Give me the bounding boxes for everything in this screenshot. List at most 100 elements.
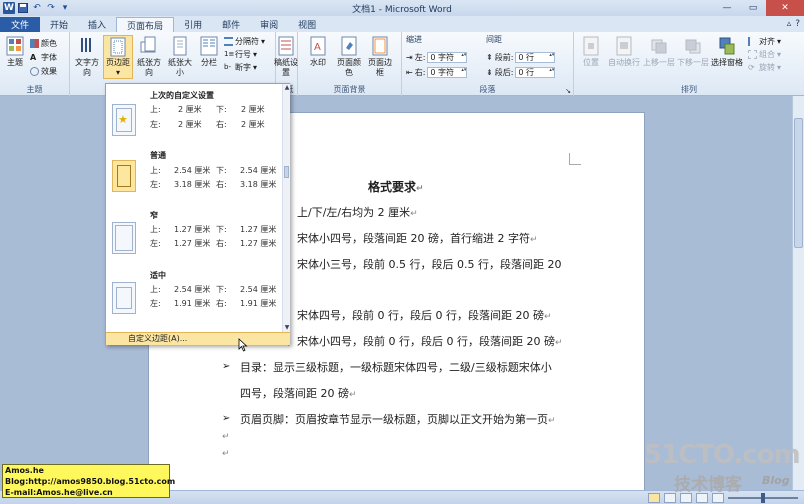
margins-icon [108,36,128,57]
dropdown-scroll-thumb[interactable] [284,166,289,178]
margin-option-narrow[interactable]: 窄 上: 1.27 厘米 下: 1.27 厘米 左: 1.27 厘米 右: 1.… [106,210,282,270]
minimize-ribbon-icon[interactable]: ▵ [787,19,792,29]
manuscript-icon [276,35,296,57]
spacing-heading: 间距 [486,35,502,44]
margin-preview-star-icon: ★ [112,104,136,136]
word-logo-icon[interactable]: W [3,2,15,14]
spacing-before-field[interactable]: ⇞ 段前: 0 行 [486,51,556,63]
group-paragraph: 缩进 间距 ⇥ 左: 0 字符 ⇤ 右: 0 字符 ⇞ 段前: 0 行 ⇟ 段后… [402,32,574,96]
wrap-text-icon [614,35,634,57]
doc-line-6[interactable]: 目录：显示三级标题，一级标题宋体四号，二级/三级标题宋体小 [240,359,552,375]
close-icon[interactable]: ✕ [766,0,804,16]
selection-pane-button[interactable]: 选择窗格 [710,35,744,79]
custom-margins-menu-item[interactable]: 自定义边距(A)... [106,332,290,345]
group-arrange: 位置 自动换行 上移一层 下移一层 选择窗格 对齐 ▾ 组合 ▾ ⟳ 旋转 ▾ … [574,32,804,96]
margin-option-last-custom[interactable]: 上次的自定义设置 ★ 上: 2 厘米 下: 2 厘米 左: 2 厘米 右: 2 … [106,90,282,150]
send-backward-button[interactable]: 下移一层 [676,35,710,79]
dropdown-scrollbar[interactable]: ▲ ▼ [282,84,290,332]
indent-left-field[interactable]: ⇥ 左: 0 字符 [406,51,468,63]
doc-heading[interactable]: 格式要求↵ [368,178,424,195]
tab-review[interactable]: 审阅 [250,17,288,32]
bring-forward-icon [649,35,669,57]
doc-line-7[interactable]: 四号，段落间距 20 磅↵ [240,385,357,401]
svg-text:A: A [314,42,321,53]
rotate-button[interactable]: ⟳ 旋转 ▾ [748,62,781,73]
site-watermark: 51CTO.com [644,440,801,470]
doc-line-2[interactable]: ：宋体小四号，段落间距 20 磅，首行缩进 2 字符↵ [286,230,538,246]
tab-mailings[interactable]: 邮件 [212,17,250,32]
manuscript-settings-button[interactable]: 稿纸设置 [271,35,301,79]
spacing-after-icon: ⇟ [486,67,493,77]
size-button[interactable]: 纸张大小 [165,35,195,79]
tab-page-layout[interactable]: 页面布局 [116,17,175,32]
position-button[interactable]: 位置 [576,35,606,79]
save-icon[interactable] [17,2,29,14]
maximize-icon[interactable]: ▭ [740,0,766,16]
theme-fonts-button[interactable]: A 字体 [30,52,57,63]
vertical-scrollbar[interactable] [792,96,804,490]
margins-dropdown: 上次的自定义设置 ★ 上: 2 厘米 下: 2 厘米 左: 2 厘米 右: 2 … [105,83,290,345]
hyphenation-icon: b- [224,63,231,71]
page-color-icon [339,35,359,57]
page-color-button[interactable]: 页面颜色 [334,35,364,79]
undo-icon[interactable]: ↶ [31,2,43,14]
orientation-button[interactable]: 纸张方向 [134,35,164,79]
customize-qat-icon[interactable]: ▾ [59,2,71,14]
spacing-after-field[interactable]: ⇟ 段后: 0 行 [486,66,556,78]
paragraph-dialog-launcher-icon[interactable]: ↘ [565,87,571,95]
text-direction-button[interactable]: 文字方向 [72,35,102,79]
hyphenation-button[interactable]: b- 断字 ▾ [224,62,257,73]
indent-heading: 缩进 [406,35,422,44]
breaks-button[interactable]: 分隔符 ▾ [224,36,265,47]
wrap-text-button[interactable]: 自动换行 [607,35,641,79]
themes-button[interactable]: 主题 [2,35,28,79]
group-background-label: 页面背景 [333,85,366,94]
margin-preview-normal-icon [112,160,136,192]
align-button[interactable]: 对齐 ▾ [748,36,781,47]
help-icon[interactable]: ? [795,19,800,29]
scroll-down-icon[interactable]: ▼ [283,324,291,332]
margin-preview-moderate-icon [112,282,136,314]
scroll-up-icon[interactable]: ▲ [283,84,291,92]
print-layout-view-button[interactable] [648,492,660,503]
doc-line-4[interactable]: ：宋体四号，段前 0 行，段后 0 行，段落间距 20 磅↵ [286,307,552,323]
margin-option-moderate[interactable]: 适中 上: 2.54 厘米 下: 2.54 厘米 左: 1.91 厘米 右: 1… [106,270,282,330]
selection-pane-icon [717,35,737,57]
tab-view[interactable]: 视图 [288,17,326,32]
margins-option-list: 上次的自定义设置 ★ 上: 2 厘米 下: 2 厘米 左: 2 厘米 右: 2 … [106,84,282,332]
author-blog: Blog:http://amos9850.blog.51cto.com [5,477,176,486]
rotate-icon: ⟳ [748,63,755,72]
doc-line-8[interactable]: 页眉页脚：页眉按章节显示一级标题，页脚以正文开始为第一页↵ [240,411,556,427]
minimize-icon[interactable]: — [714,0,740,16]
theme-colors-button[interactable]: 颜色 [30,38,57,49]
line-numbers-button[interactable]: 1≡ 行号 ▾ [224,49,257,60]
columns-icon [199,35,219,57]
indent-left-icon: ⇥ [406,52,413,62]
columns-button[interactable]: 分栏 [196,35,222,79]
ribbon-right-controls: ▵ ? [787,16,804,32]
doc-line-3[interactable]: ：宋体小三号，段前 0.5 行，段后 0.5 行，段落间距 20 [286,256,561,272]
group-objects-button[interactable]: 组合 ▾ [748,49,781,60]
tab-home[interactable]: 开始 [40,17,78,32]
scrollbar-thumb[interactable] [794,118,803,248]
redo-icon[interactable]: ↷ [45,2,57,14]
doc-line-5[interactable]: ：宋体小四号，段前 0 行，段后 0 行，段落间距 20 磅↵ [286,333,563,349]
fonts-icon: A [30,53,37,62]
title-bar: W ↶ ↷ ▾ 文档1 - Microsoft Word — ▭ ✕ [0,0,804,16]
paragraph-mark: ↵ [222,449,230,459]
author-signature-box: Amos.he Blog:http://amos9850.blog.51cto.… [2,464,176,498]
indent-right-field[interactable]: ⇤ 右: 0 字符 [406,66,468,78]
tab-file[interactable]: 文件 [0,17,41,32]
group-theme: 主题 颜色 A 字体 效果 主题 [0,32,70,96]
doc-line-1[interactable]: ：上/下/左/右均为 2 厘米↵ [286,204,418,220]
tab-references[interactable]: 引用 [174,17,212,32]
zoom-slider[interactable] [728,492,798,503]
bring-forward-button[interactable]: 上移一层 [642,35,676,79]
margins-button[interactable]: 页边距 ▾ [103,35,133,79]
watermark-button[interactable]: A 水印 [303,35,333,79]
tab-insert[interactable]: 插入 [78,17,116,32]
page-borders-button[interactable]: 页面边框 [365,35,395,79]
theme-effects-button[interactable]: 效果 [30,66,57,77]
blog-watermark-text: 技术博客 [674,475,742,495]
margin-option-normal[interactable]: 普通 上: 2.54 厘米 下: 2.54 厘米 左: 3.18 厘米 右: 3… [106,150,282,210]
